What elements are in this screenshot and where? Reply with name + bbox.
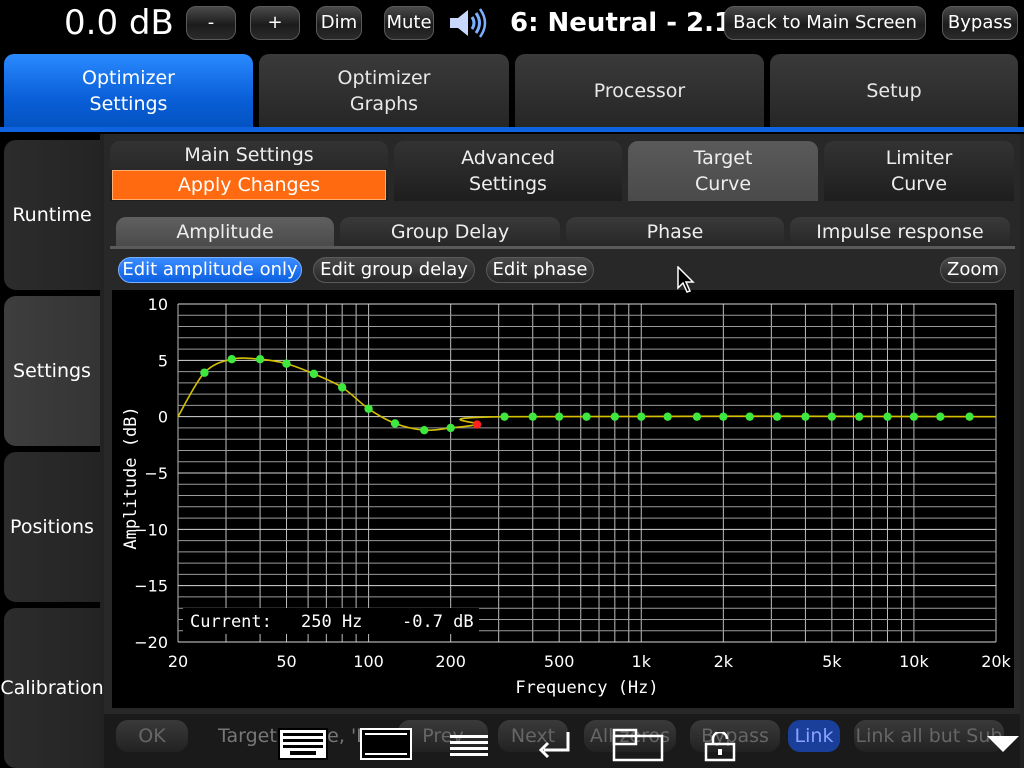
chevron-down-icon[interactable]	[986, 734, 1020, 754]
control-point	[528, 412, 537, 421]
tab-group-delay[interactable]: Group Delay	[340, 217, 560, 247]
main-tabs: Optimizer Settings Optimizer Graphs Proc…	[0, 52, 1024, 132]
readout-frequency: 250 Hz	[301, 612, 362, 632]
tab-amplitude[interactable]: Amplitude	[116, 217, 334, 247]
y-tick-label: −15	[134, 577, 168, 596]
y-tick-label: 0	[158, 408, 168, 427]
top-bar: 0.0 dB - + Dim Mute 6: Neutral - 2.1 Bac…	[0, 0, 1024, 50]
tab-processor[interactable]: Processor	[515, 54, 764, 128]
zoom-button[interactable]: Zoom	[940, 257, 1006, 283]
window-icon[interactable]	[612, 728, 664, 762]
x-tick-label: 100	[353, 652, 384, 671]
control-point	[965, 412, 974, 421]
control-point	[936, 412, 945, 421]
control-point	[827, 412, 837, 421]
link-all-but-sub-button[interactable]: Link all but Sub	[854, 720, 1004, 752]
control-point	[909, 412, 919, 421]
control-point	[692, 412, 702, 421]
edit-amplitude-button[interactable]: Edit amplitude only	[118, 257, 302, 283]
x-tick-label: 20k	[981, 652, 1011, 671]
control-point	[801, 412, 810, 421]
x-tick-label: 2k	[714, 652, 734, 671]
control-point	[772, 412, 782, 421]
amplitude-chart-svg[interactable]: 1050−5−10−15−2020 50 100 200 500 1k 2k 5k 10k 20k…	[112, 290, 1014, 708]
control-point	[309, 369, 319, 379]
sidebar-item-runtime[interactable]: Runtime	[4, 140, 100, 290]
bypass-top-button[interactable]: Bypass	[942, 6, 1018, 40]
tab-phase[interactable]: Phase	[566, 217, 784, 247]
tab-optimizer-graphs[interactable]: Optimizer Graphs	[259, 54, 509, 128]
x-tick-label: 500	[544, 652, 575, 671]
keyboard-icon[interactable]	[278, 728, 328, 760]
enter-icon[interactable]	[538, 730, 572, 758]
y-tick-label: −5	[144, 464, 168, 483]
main-settings-label: Main Settings	[184, 144, 314, 166]
volume-up-button[interactable]: +	[250, 6, 300, 40]
list-icon[interactable]	[450, 734, 490, 758]
amplitude-chart[interactable]: 10 5 0 −5 −10 −15 −20 20 50 100 200 500 1k 2k 5k 10k 20k…	[112, 290, 1014, 708]
preset-title: 6: Neutral - 2.1	[510, 8, 733, 38]
control-point	[364, 404, 373, 413]
y-tick-label: 10	[148, 295, 168, 314]
graph-tab-underline	[110, 246, 1015, 249]
readout-value: -0.7 dB	[402, 612, 474, 632]
mute-button[interactable]: Mute	[384, 6, 434, 40]
keypad-icon[interactable]	[360, 728, 412, 760]
x-tick-label: 5k	[822, 652, 842, 671]
y-tick-label: 5	[158, 351, 168, 370]
edit-group-delay-button[interactable]: Edit group delay	[313, 257, 475, 283]
selected-control-point	[472, 420, 482, 429]
apply-changes-button[interactable]: Apply Changes	[112, 170, 386, 200]
volume-readout: 0.0 dB	[64, 3, 174, 43]
ok-button[interactable]: OK	[116, 720, 188, 752]
tab-target-curve[interactable]: Target Curve	[628, 141, 818, 201]
x-tick-label: 200	[435, 652, 466, 671]
control-point	[255, 355, 265, 364]
x-tick-label: 20	[168, 652, 188, 671]
control-point	[745, 412, 754, 421]
sidebar-item-calibration[interactable]: Calibration	[0, 608, 104, 768]
control-point	[446, 423, 455, 433]
tab-optimizer-settings[interactable]: Optimizer Settings	[4, 54, 253, 128]
control-point	[610, 412, 620, 421]
control-point	[855, 412, 864, 421]
control-point	[582, 412, 591, 421]
control-point	[500, 412, 509, 421]
tab-advanced-settings[interactable]: Advanced Settings	[394, 141, 622, 201]
tab-underline	[0, 127, 1024, 132]
sidebar-item-positions[interactable]: Positions	[4, 452, 100, 602]
tab-main-settings[interactable]: Main Settings Apply Changes	[110, 141, 388, 201]
link-button[interactable]: Link	[788, 720, 840, 752]
tab-impulse-response[interactable]: Impulse response	[790, 217, 1010, 247]
tab-setup[interactable]: Setup	[770, 54, 1018, 128]
control-point	[227, 355, 236, 364]
lock-icon[interactable]	[704, 732, 736, 762]
y-axis-title: Amplitude (dB)	[121, 406, 141, 549]
control-point	[637, 412, 646, 421]
control-point	[663, 412, 672, 421]
speaker-icon[interactable]	[448, 8, 488, 38]
tab-limiter-curve[interactable]: Limiter Curve	[824, 141, 1014, 201]
control-point	[282, 359, 291, 368]
control-point	[883, 412, 892, 421]
control-point	[719, 412, 728, 421]
control-point	[420, 425, 429, 435]
edit-phase-button[interactable]: Edit phase	[486, 257, 594, 283]
volume-down-button[interactable]: -	[186, 6, 236, 40]
control-point	[200, 368, 209, 377]
mouse-cursor-icon	[677, 266, 695, 293]
control-point	[554, 412, 564, 421]
control-point	[337, 383, 347, 392]
back-to-main-button[interactable]: Back to Main Screen	[724, 6, 926, 40]
y-tick-label: −20	[134, 633, 168, 652]
x-tick-label: 50	[276, 652, 296, 671]
sidebar-item-settings[interactable]: Settings	[4, 296, 100, 446]
x-tick-label: 1k	[632, 652, 652, 671]
x-tick-label: 10k	[899, 652, 929, 671]
control-point	[390, 419, 400, 428]
readout-label: Current:	[190, 612, 272, 632]
x-axis-title: Frequency (Hz)	[515, 678, 658, 698]
dim-button[interactable]: Dim	[316, 6, 362, 40]
